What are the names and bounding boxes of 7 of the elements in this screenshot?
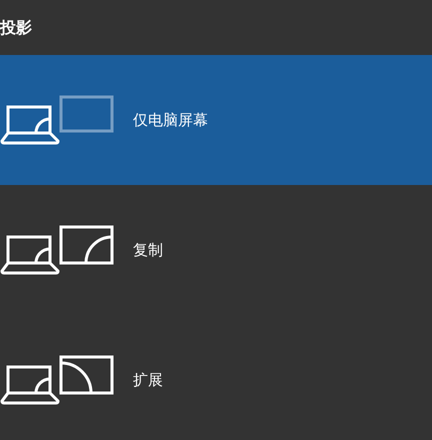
display-mode-icon xyxy=(0,355,116,405)
projection-option[interactable]: 仅电脑屏幕 xyxy=(0,55,432,185)
option-label: 复制 xyxy=(133,240,163,261)
display-mode-icon xyxy=(0,95,116,145)
option-label: 扩展 xyxy=(133,370,163,391)
display-mode-icon xyxy=(0,225,116,275)
option-label: 仅电脑屏幕 xyxy=(133,110,208,131)
